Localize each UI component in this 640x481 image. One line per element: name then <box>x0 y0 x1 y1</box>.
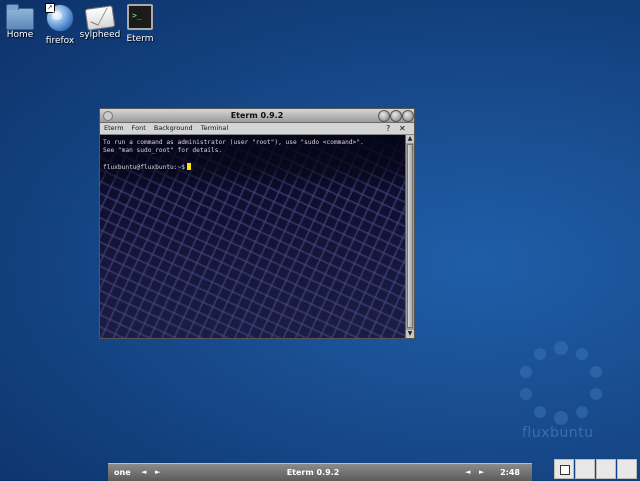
taskbar: one ◄ ► Eterm 0.9.2 ◄ ► 2:48 <box>108 463 532 481</box>
desktop-icon-label: firefox <box>45 36 75 46</box>
workspace-pager <box>554 459 640 480</box>
terminal-output: To run a command as administrator (user … <box>103 139 364 172</box>
close-button[interactable] <box>402 110 414 122</box>
minimize-button[interactable] <box>378 110 390 122</box>
prev-window-icon[interactable]: ◄ <box>465 464 470 481</box>
next-workspace-icon[interactable]: ► <box>155 464 160 481</box>
fluxbuntu-logo-icon <box>520 341 602 425</box>
menu-background[interactable]: Background <box>154 124 193 132</box>
help-icon[interactable]: ? <box>386 123 390 134</box>
menu-eterm[interactable]: Eterm <box>104 124 124 132</box>
terminal-prompt: fluxbuntu@fluxbuntu:~$ <box>103 164 185 171</box>
terminal-scrollbar[interactable]: ▲ ▼ <box>405 135 414 338</box>
desktop-icon-label: Home <box>6 30 34 40</box>
terminal-line: To run a command as administrator (user … <box>103 139 364 146</box>
pager-workspace-3[interactable] <box>596 459 616 479</box>
window-title: Eterm 0.9.2 <box>230 111 284 120</box>
desktop-icon-label: Eterm <box>126 34 154 44</box>
workspace-name[interactable]: one <box>114 464 131 481</box>
shortcut-arrow-icon: ↗ <box>45 3 55 13</box>
pager-workspace-1[interactable] <box>554 459 574 479</box>
globe-icon: ↗ <box>45 3 74 32</box>
menu-terminal[interactable]: Terminal <box>201 124 228 132</box>
scroll-up-icon[interactable]: ▲ <box>406 135 414 143</box>
desktop-icon-eterm[interactable]: >_ Eterm <box>117 4 163 44</box>
taskbar-task-eterm[interactable]: Eterm 0.9.2 <box>168 464 458 481</box>
desktop-icon-label: sylpheed <box>79 30 121 40</box>
terminal-line: See "man sudo_root" for details. <box>103 147 223 154</box>
scroll-down-icon[interactable]: ▼ <box>406 330 414 338</box>
text-cursor <box>186 163 191 170</box>
folder-icon <box>6 4 34 30</box>
window-titlebar[interactable]: Eterm 0.9.2 <box>100 109 414 123</box>
prev-workspace-icon[interactable]: ◄ <box>141 464 146 481</box>
eterm-window: Eterm 0.9.2 Eterm Font Background Termin… <box>99 108 415 339</box>
eterm-menubar: Eterm Font Background Terminal ? ✕ <box>100 123 414 135</box>
pager-workspace-2[interactable] <box>575 459 595 479</box>
terminal-area[interactable]: To run a command as administrator (user … <box>100 135 406 338</box>
scrollbar-thumb[interactable] <box>407 144 413 328</box>
next-window-icon[interactable]: ► <box>479 464 484 481</box>
maximize-button[interactable] <box>390 110 402 122</box>
menu-font[interactable]: Font <box>132 124 146 132</box>
mail-icon <box>84 5 116 31</box>
window-menu-icon[interactable] <box>103 111 113 121</box>
close-icon[interactable]: ✕ <box>399 123 406 134</box>
pager-workspace-4[interactable] <box>617 459 637 479</box>
watermark-text: fluxbuntu <box>522 425 594 441</box>
terminal-icon: >_ <box>127 4 153 30</box>
clock: 2:48 <box>500 468 520 477</box>
